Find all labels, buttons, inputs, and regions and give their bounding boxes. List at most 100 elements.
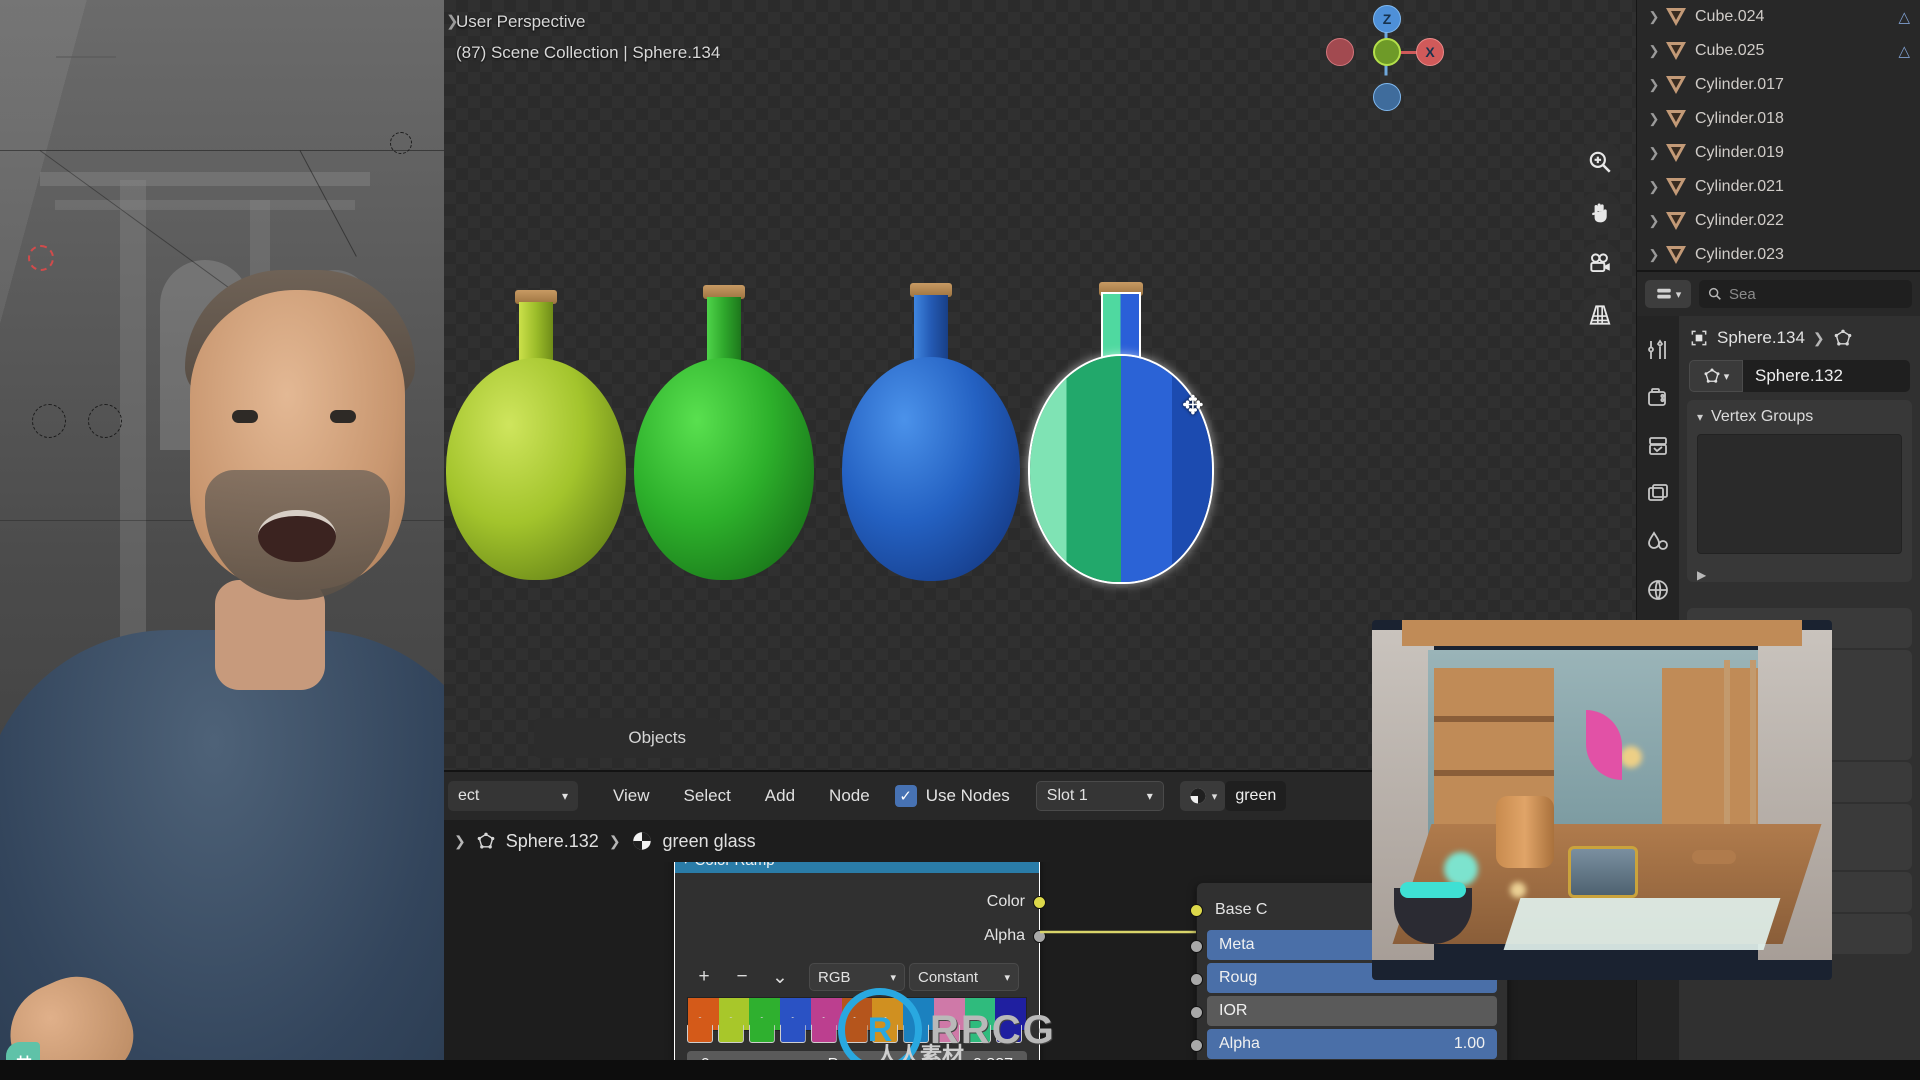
bsdf-input-socket[interactable] xyxy=(1190,940,1203,953)
potion-bottle-1[interactable] xyxy=(446,290,626,580)
render-preview-thumbnail[interactable] xyxy=(1372,620,1832,980)
bsdf-input-socket[interactable] xyxy=(1190,1039,1203,1052)
color-ramp-node[interactable]: ▾ Color Ramp Color Alpha + − ⌄ RGB xyxy=(674,862,1046,1079)
ramp-stop-handle[interactable] xyxy=(903,1017,930,1043)
viewport-tool-buttons[interactable] xyxy=(1578,140,1622,344)
ramp-stop-handle[interactable] xyxy=(748,1017,775,1043)
gizmo-axis-x[interactable]: X xyxy=(1416,38,1444,66)
ramp-stop-handle[interactable] xyxy=(872,1017,899,1043)
play-triangle-icon[interactable]: ▶ xyxy=(1687,564,1912,582)
color-ramp-stop-handles[interactable] xyxy=(687,1017,1027,1047)
color-output-socket[interactable] xyxy=(1033,896,1046,909)
outliner-row[interactable]: ❯ Cylinder.022 xyxy=(1637,204,1920,238)
chevron-right-icon[interactable]: ❯ xyxy=(1643,247,1665,263)
outliner-row[interactable]: ❯ Cube.025 △ xyxy=(1637,34,1920,68)
outliner-row[interactable]: ❯ Cylinder.023 xyxy=(1637,238,1920,270)
outliner-row[interactable]: ❯ Cylinder.019 xyxy=(1637,136,1920,170)
editor-type-icon[interactable]: ▾ xyxy=(1645,280,1691,308)
objects-filter-pill[interactable]: Objects xyxy=(534,718,720,758)
color-ramp-controls[interactable]: + − ⌄ RGB ▾ Constant ▾ xyxy=(675,953,1039,997)
ramp-stop-handle[interactable] xyxy=(810,1017,837,1043)
chevron-right-icon[interactable]: ❯ xyxy=(1643,145,1665,161)
mesh-data-icon[interactable]: △ xyxy=(1898,8,1910,26)
node-menu-add[interactable]: Add xyxy=(748,786,812,806)
outliner-row[interactable]: ❯ Cylinder.017 xyxy=(1637,68,1920,102)
world-tab[interactable] xyxy=(1637,566,1679,614)
tool-tab[interactable] xyxy=(1637,326,1679,374)
outliner-panel[interactable]: ❯ Cube.024 △ ❯ Cube.025 △ ❯ Cylinder.017 ❯ Cylind… xyxy=(1636,0,1920,270)
breadcrumb-object[interactable]: Sphere.132 xyxy=(506,831,599,852)
properties-search-input[interactable]: Sea xyxy=(1699,280,1912,308)
vertex-groups-header[interactable]: ▾ Vertex Groups xyxy=(1687,400,1912,434)
bsdf-input-socket[interactable] xyxy=(1190,1006,1203,1019)
chevron-down-icon[interactable]: ▾ xyxy=(1676,288,1682,301)
bsdf-input-slider[interactable]: IOR xyxy=(1207,996,1497,1026)
ramp-stop-handle[interactable] xyxy=(687,1017,713,1043)
ramp-stop-handle[interactable] xyxy=(717,1017,744,1043)
mesh-data-id-row[interactable]: ▾ Sphere.132 xyxy=(1689,360,1910,392)
chevron-right-icon[interactable]: ❯ xyxy=(1643,213,1665,229)
potion-bottle-4-selected[interactable]: ✥ xyxy=(1030,282,1212,582)
chevron-right-icon[interactable]: ❯ xyxy=(1643,111,1665,127)
interpolation-dropdown[interactable]: Constant ▾ xyxy=(909,963,1019,991)
mesh-data-icon[interactable]: △ xyxy=(1898,42,1910,60)
bsdf-input-row[interactable]: Alpha 1.00 xyxy=(1190,1029,1507,1059)
color-ramp-node-header[interactable]: ▾ Color Ramp xyxy=(675,862,1039,873)
scene-tab[interactable] xyxy=(1637,518,1679,566)
remove-stop-button[interactable]: − xyxy=(725,963,759,991)
bsdf-input-slider[interactable]: Alpha 1.00 xyxy=(1207,1029,1497,1059)
node-menu-view[interactable]: View xyxy=(596,786,667,806)
chevron-right-icon[interactable]: ❯ xyxy=(1643,9,1665,25)
grid-perspective-icon[interactable] xyxy=(1578,293,1622,337)
color-mode-dropdown[interactable]: RGB ▾ xyxy=(809,963,905,991)
view-layer-tab[interactable] xyxy=(1637,470,1679,518)
chevron-right-icon[interactable]: ❯ xyxy=(1643,43,1665,59)
gizmo-axis-neg-z[interactable] xyxy=(1373,83,1401,111)
zoom-icon[interactable] xyxy=(1578,140,1622,184)
render-tab[interactable] xyxy=(1637,374,1679,422)
mesh-data-browse-button[interactable]: ▾ xyxy=(1689,360,1743,392)
use-nodes-toggle[interactable]: ✓ Use Nodes xyxy=(894,785,1010,807)
gizmo-axis-z[interactable]: Z xyxy=(1373,5,1401,33)
chevron-right-icon[interactable]: ❯ xyxy=(1643,77,1665,93)
breadcrumb-material[interactable]: green glass xyxy=(663,831,756,852)
ramp-stop-handle[interactable] xyxy=(779,1017,806,1043)
material-slot-dropdown[interactable]: Slot 1 ▾ xyxy=(1035,781,1164,811)
properties-breadcrumb[interactable]: Sphere.134 ❯ xyxy=(1679,324,1920,352)
ramp-stop-handle[interactable] xyxy=(934,1017,961,1043)
bsdf-input-socket[interactable] xyxy=(1190,973,1203,986)
potion-bottle-3[interactable] xyxy=(842,283,1020,581)
add-stop-button[interactable]: + xyxy=(687,963,721,991)
chevron-right-icon[interactable]: ❯ xyxy=(1643,179,1665,195)
camera-icon[interactable] xyxy=(1578,242,1622,286)
chevron-right-icon[interactable]: ❯ xyxy=(446,6,459,37)
outliner-row[interactable]: ❯ Cylinder.018 xyxy=(1637,102,1920,136)
potion-bottle-2[interactable] xyxy=(634,285,814,580)
chevron-down-icon[interactable]: ⌄ xyxy=(763,963,797,991)
navigation-gizmo[interactable]: Z X xyxy=(1320,5,1444,115)
ramp-stop-handle[interactable] xyxy=(841,1017,868,1043)
outliner-row[interactable]: ❯ Cube.024 △ xyxy=(1637,0,1920,34)
vertex-groups-panel[interactable]: ▾ Vertex Groups ▶ xyxy=(1687,400,1912,582)
node-menu-select[interactable]: Select xyxy=(667,786,748,806)
material-browse-button[interactable]: ▾ xyxy=(1179,781,1226,811)
material-name-field[interactable]: green xyxy=(1225,781,1287,811)
vertex-groups-list[interactable] xyxy=(1697,434,1902,554)
color-ramp-output-alpha[interactable]: Alpha xyxy=(675,919,1046,953)
chevron-down-icon[interactable]: ▾ xyxy=(683,862,689,867)
ramp-stop-handle[interactable] xyxy=(965,1017,992,1043)
output-tab[interactable] xyxy=(1637,422,1679,470)
gizmo-axis-y[interactable] xyxy=(1373,38,1401,66)
mesh-data-name-field[interactable]: Sphere.132 xyxy=(1743,360,1910,392)
outliner-row[interactable]: ❯ Cylinder.021 xyxy=(1637,170,1920,204)
node-menu-node[interactable]: Node xyxy=(812,786,887,806)
shader-type-dropdown[interactable]: ect ▾ xyxy=(448,781,578,811)
pan-hand-icon[interactable] xyxy=(1578,191,1622,235)
ramp-stop-handle[interactable] xyxy=(996,1017,1023,1043)
breadcrumb-object-name[interactable]: Sphere.134 xyxy=(1717,328,1805,348)
gizmo-axis-neg-x[interactable] xyxy=(1326,38,1354,66)
checkbox-checked-icon[interactable]: ✓ xyxy=(894,785,917,807)
bsdf-input-row[interactable]: IOR xyxy=(1190,996,1507,1026)
bsdf-input-socket[interactable] xyxy=(1190,904,1203,917)
properties-topbar[interactable]: ▾ Sea xyxy=(1637,272,1920,316)
